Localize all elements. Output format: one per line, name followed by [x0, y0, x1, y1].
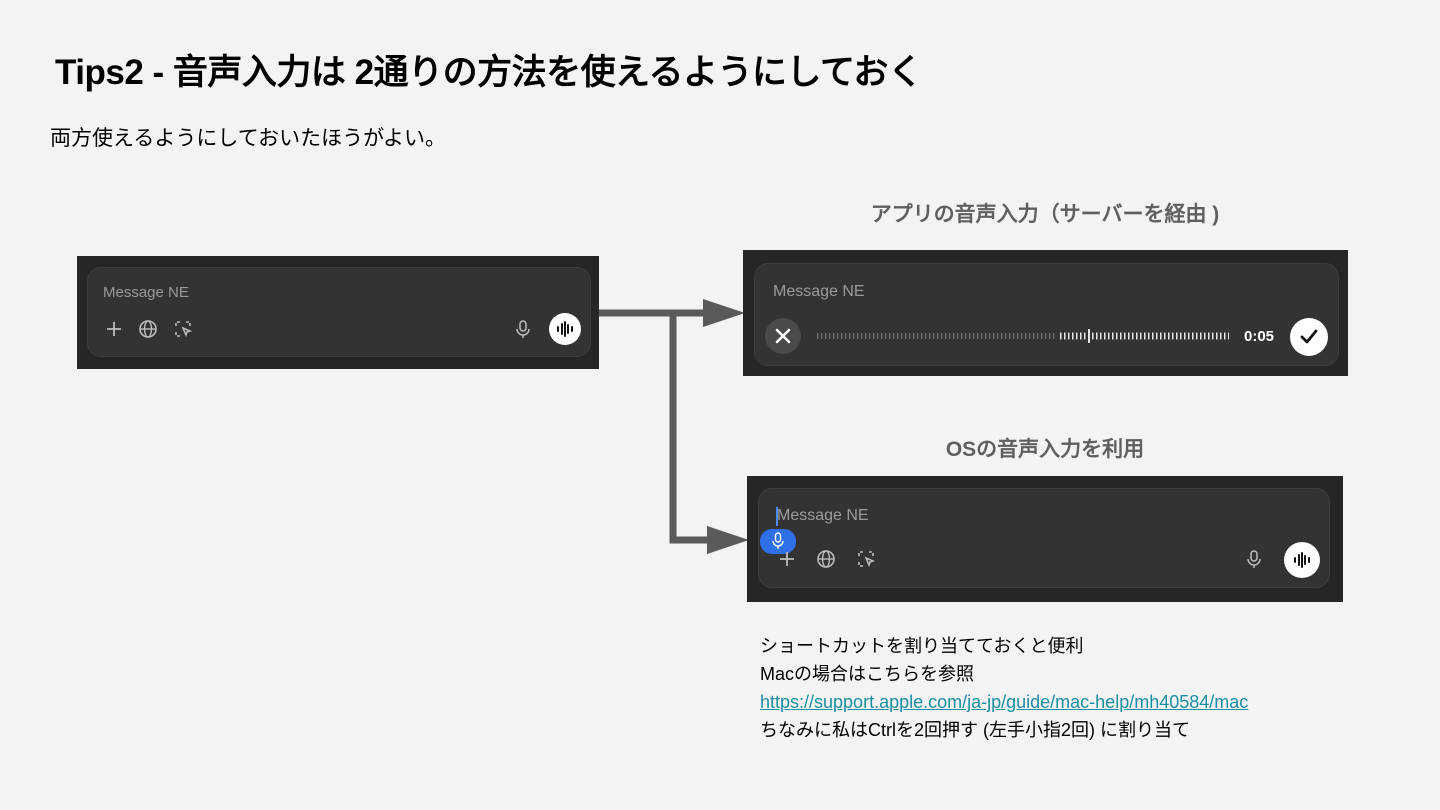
cursor-select-icon[interactable]	[173, 319, 193, 339]
checkmark-icon	[1300, 329, 1318, 344]
flow-arrows	[599, 299, 749, 554]
voice-waveform-icon	[1294, 552, 1310, 568]
waveform-visualizer	[817, 329, 1229, 343]
note-line-1: ショートカットを割り当てておくと便利	[760, 636, 1084, 656]
os-voice-screenshot: Message NE	[747, 476, 1343, 602]
message-composer-dictation: Message NE	[758, 488, 1330, 588]
voice-mode-button[interactable]	[1284, 542, 1320, 578]
app-voice-screenshot: Message NE 0:05	[743, 250, 1348, 376]
message-input[interactable]: Message NE	[103, 284, 189, 301]
microphone-icon	[772, 532, 784, 549]
microphone-icon[interactable]	[514, 319, 532, 339]
shortcut-notes: ショートカットを割り当てておくと便利 Macの場合はこちらを参照 https:/…	[760, 632, 1248, 744]
message-composer: Message NE	[87, 267, 591, 357]
globe-icon[interactable]	[138, 319, 158, 339]
cursor-select-icon[interactable]	[856, 549, 876, 569]
confirm-recording-button[interactable]	[1290, 318, 1328, 356]
note-line-4: ちなみに私はCtrlを2回押す (左手小指2回) に割り当て	[760, 720, 1191, 740]
message-input[interactable]: Message NE	[773, 283, 865, 301]
cancel-recording-button[interactable]	[765, 318, 801, 354]
plus-icon[interactable]	[105, 320, 123, 338]
message-composer-recording: Message NE 0:05	[754, 263, 1339, 366]
app-voice-label: アプリの音声入力（サーバーを経由 )	[870, 203, 1220, 226]
voice-waveform-icon	[557, 321, 573, 337]
support-link[interactable]: https://support.apple.com/ja-jp/guide/ma…	[760, 692, 1248, 712]
voice-mode-button[interactable]	[549, 313, 581, 345]
close-icon	[775, 328, 791, 344]
globe-icon[interactable]	[816, 549, 836, 569]
slide-title: Tips2 - 音声入力は 2通りの方法を使えるようにしておく	[55, 53, 923, 92]
original-composer-screenshot: Message NE	[77, 256, 599, 369]
slide-subtitle: 両方使えるようにしておいたほうがよい。	[50, 127, 447, 150]
microphone-icon[interactable]	[1245, 549, 1263, 569]
message-input[interactable]: Message NE	[777, 507, 869, 525]
plus-icon[interactable]	[778, 550, 796, 568]
note-line-2: Macの場合はこちらを参照	[760, 664, 975, 684]
recording-timer: 0:05	[1244, 328, 1275, 345]
os-voice-label: OSの音声入力を利用	[945, 438, 1145, 461]
